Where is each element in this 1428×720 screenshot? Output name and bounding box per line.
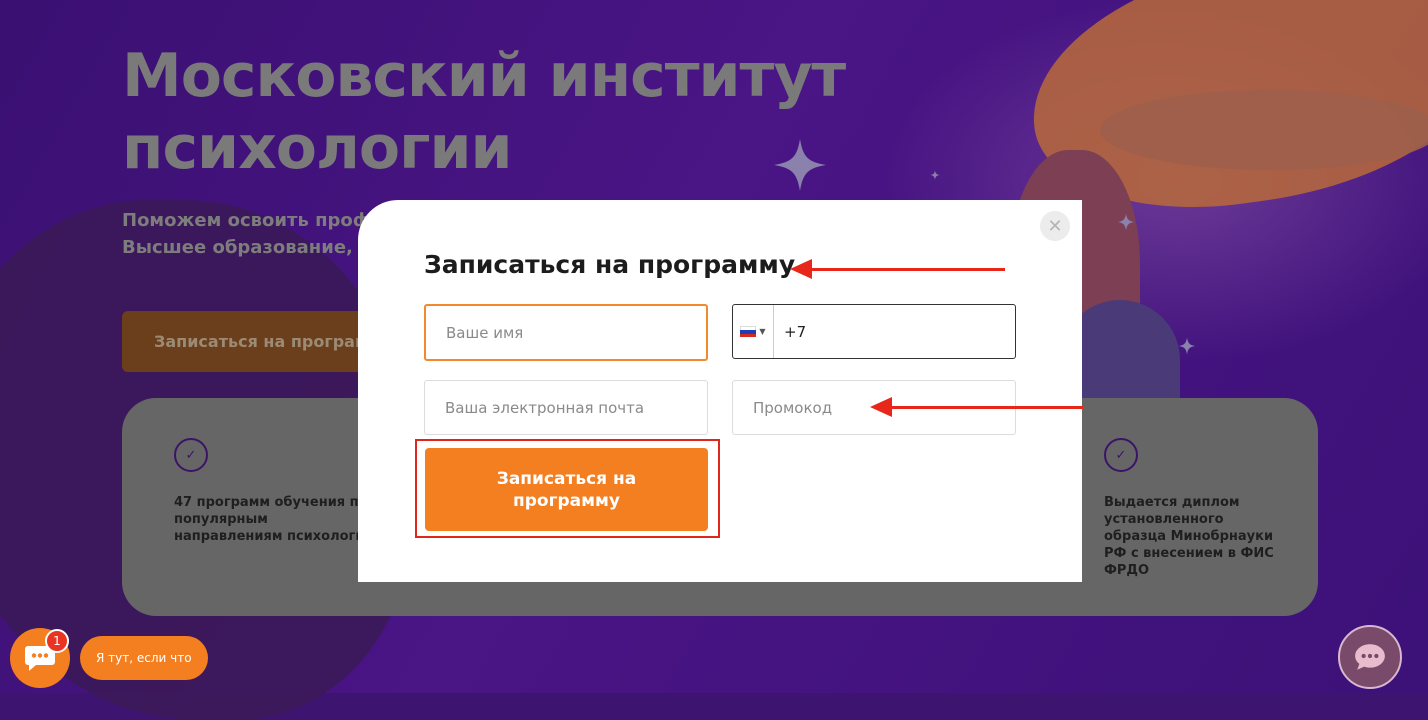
phone-field: ▼	[732, 304, 1016, 359]
feature-item: ✓ 47 программ обучения по популярным нап…	[174, 438, 374, 545]
feature-text: Выдается диплом установленного образца М…	[1104, 495, 1274, 578]
illustration-hair-streak	[1100, 90, 1428, 170]
close-icon[interactable]: ✕	[1040, 211, 1070, 241]
chat-greeting[interactable]: Я тут, если что	[80, 636, 208, 680]
feature-text: 47 программ обучения по популярным напра…	[174, 495, 374, 544]
annotation-arrow	[790, 259, 1005, 279]
name-input[interactable]	[424, 304, 708, 361]
sparkle-icon	[930, 170, 940, 180]
support-chat-button[interactable]	[1338, 625, 1402, 689]
phone-input[interactable]	[774, 305, 1015, 358]
country-selector[interactable]: ▼	[733, 305, 774, 358]
notification-badge: 1	[45, 629, 69, 653]
modal-title: Записаться на программу	[424, 250, 796, 279]
chevron-down-icon: ▼	[759, 327, 766, 336]
russia-flag-icon	[740, 326, 757, 337]
chat-icon	[1355, 644, 1385, 670]
feature-item: ✓ Выдается диплом установленного образца…	[1104, 438, 1274, 579]
page-title: Московский институт психологии	[122, 41, 846, 183]
sparkle-icon	[1178, 337, 1196, 355]
check-icon: ✓	[1104, 438, 1138, 472]
annotation-highlight-box	[415, 439, 720, 538]
sparkle-icon	[1117, 213, 1135, 231]
annotation-arrow	[870, 397, 1083, 417]
email-input[interactable]	[424, 380, 708, 435]
check-icon: ✓	[174, 438, 208, 472]
